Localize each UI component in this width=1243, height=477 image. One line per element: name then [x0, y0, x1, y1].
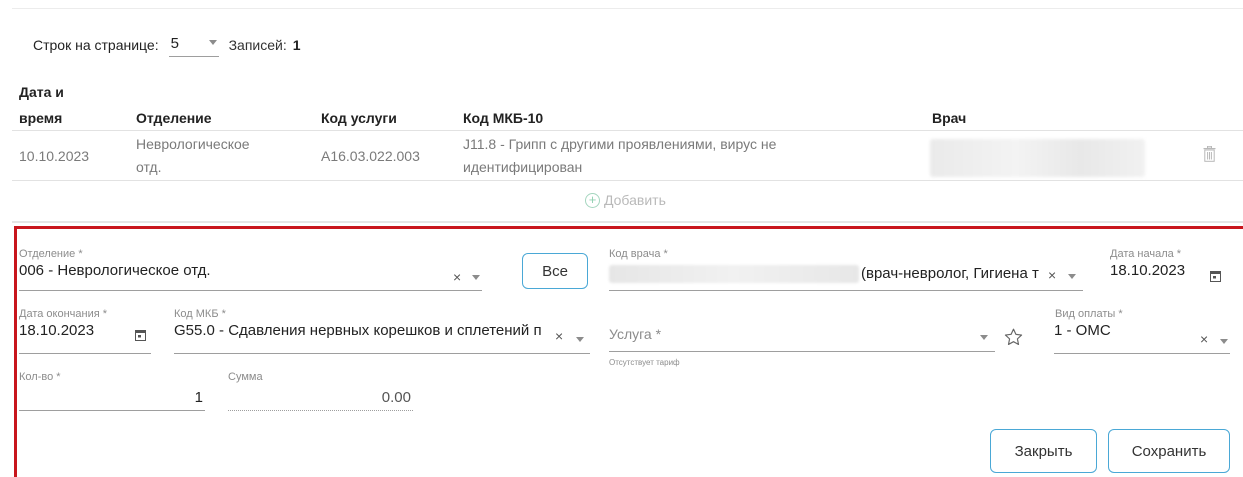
- service-select[interactable]: Услуга *: [609, 326, 995, 352]
- add-row-button[interactable]: + Добавить: [585, 192, 666, 208]
- start-date-value: 18.10.2023: [1110, 262, 1186, 279]
- end-date-label: Дата окончания *: [19, 308, 108, 320]
- plus-circle-icon: +: [585, 192, 600, 208]
- trash-icon[interactable]: [1203, 145, 1216, 165]
- table-header-divider: [12, 130, 1243, 131]
- icd-code-value: G55.0 - Сдавления нервных корешков и спл…: [174, 322, 542, 339]
- icd-code-label: Код МКБ *: [174, 308, 226, 320]
- chevron-down-icon[interactable]: [576, 337, 584, 342]
- pagination-bar: Строк на странице: 5 Записей: 1: [33, 33, 301, 57]
- department-label: Отделение *: [19, 248, 83, 260]
- end-date-value: 18.10.2023: [19, 322, 95, 339]
- row-icd-line2: идентифицирован: [463, 159, 583, 175]
- column-header-service-code[interactable]: Код услуги: [321, 110, 397, 126]
- records-label: Записей:: [228, 37, 287, 53]
- row-date: 10.10.2023: [19, 148, 90, 164]
- rows-per-page-value: 5: [170, 35, 179, 52]
- service-hint: Отсутствует тариф: [609, 358, 680, 367]
- rows-per-page-select[interactable]: 5: [168, 33, 219, 57]
- column-header-department[interactable]: Отделение: [136, 110, 212, 126]
- calendar-icon[interactable]: [1210, 269, 1221, 285]
- sum-field: Сумма 0.00: [228, 371, 413, 411]
- chevron-down-icon[interactable]: [1220, 339, 1228, 344]
- start-date-label: Дата начала *: [1110, 248, 1182, 260]
- row-department-line2: отд.: [136, 159, 162, 175]
- sum-value: 0.00: [381, 389, 411, 406]
- quantity-value: 1: [194, 389, 203, 406]
- column-header-datetime-line1: Дата и: [19, 84, 64, 100]
- chevron-down-icon[interactable]: [472, 275, 480, 280]
- row-icd-line1: J11.8 - Грипп с другими проявлениями, ви…: [463, 136, 777, 152]
- sum-label: Сумма: [228, 371, 263, 383]
- chevron-down-icon[interactable]: [980, 335, 988, 340]
- doctor-code-label: Код врача *: [609, 248, 668, 260]
- top-divider: [12, 8, 1243, 9]
- doctor-code-value: (врач-невролог, Гигиена т: [861, 265, 1039, 282]
- chevron-down-icon: [208, 40, 217, 45]
- clear-icon[interactable]: ×: [1048, 267, 1056, 283]
- clear-icon[interactable]: ×: [1200, 331, 1208, 347]
- column-header-doctor[interactable]: Врач: [932, 110, 966, 126]
- icd-code-select[interactable]: Код МКБ * G55.0 - Сдавления нервных коре…: [174, 308, 590, 354]
- close-button[interactable]: Закрыть: [990, 429, 1097, 473]
- row-doctor-redacted: [930, 139, 1145, 177]
- quantity-field[interactable]: Кол-во * 1: [19, 371, 205, 411]
- service-placeholder: Услуга *: [609, 326, 662, 342]
- sum-underline: [228, 410, 413, 411]
- department-select[interactable]: Отделение * 006 - Неврологическое отд.: [19, 248, 482, 292]
- end-date-field[interactable]: Дата окончания * 18.10.2023: [19, 308, 151, 354]
- column-header-icd10[interactable]: Код МКБ-10: [463, 110, 543, 126]
- table-row-divider: [12, 180, 1243, 181]
- doctor-name-redacted: [609, 265, 859, 283]
- payment-type-label: Вид оплаты *: [1055, 308, 1123, 320]
- column-header-datetime-line2: время: [19, 110, 63, 126]
- start-date-field[interactable]: Дата начала * 18.10.2023: [1110, 248, 1220, 292]
- section-divider: [12, 221, 1243, 223]
- rows-per-page-label: Строк на странице:: [33, 37, 159, 53]
- chevron-down-icon[interactable]: [1068, 274, 1076, 279]
- add-row-label: Добавить: [604, 192, 666, 208]
- department-value: 006 - Неврологическое отд.: [19, 262, 211, 279]
- quantity-label: Кол-во *: [19, 371, 61, 383]
- clear-icon[interactable]: ×: [453, 269, 461, 285]
- calendar-icon[interactable]: [135, 328, 146, 344]
- all-button[interactable]: Все: [522, 253, 588, 289]
- records-count: 1: [292, 37, 301, 53]
- star-icon[interactable]: [1004, 328, 1023, 349]
- save-button[interactable]: Сохранить: [1108, 429, 1230, 473]
- row-department-line1: Неврологическое: [136, 136, 250, 152]
- clear-icon[interactable]: ×: [555, 328, 563, 344]
- row-service-code: A16.03.022.003: [321, 148, 420, 164]
